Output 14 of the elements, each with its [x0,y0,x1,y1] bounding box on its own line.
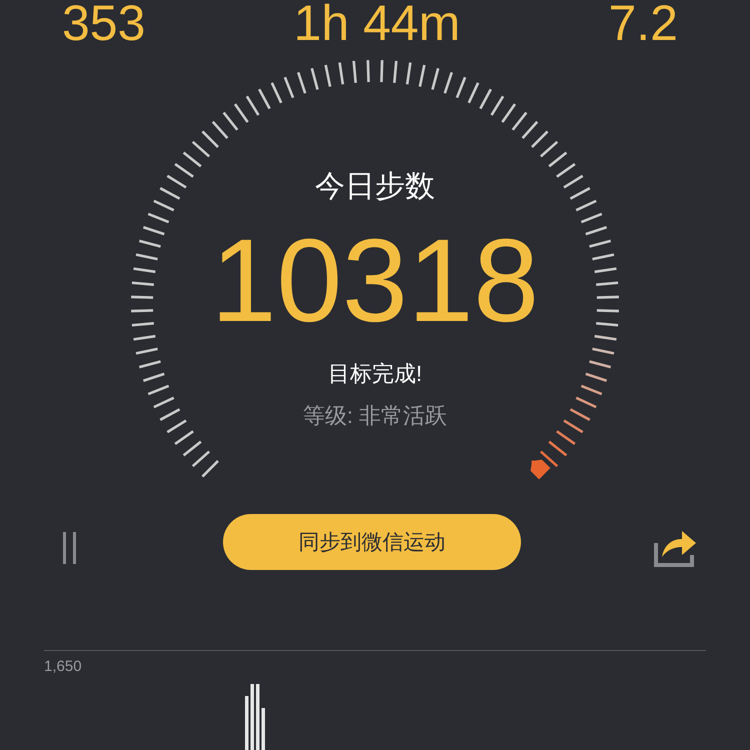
stat-value: 7.2 [608,0,678,46]
step-count: 10318 [210,221,540,341]
chart-bar [250,684,254,750]
chart-bar [245,696,248,750]
progress-marker-icon [530,460,550,480]
goal-status: 目标完成! [328,360,422,388]
stat-value: 1h 44m [294,0,460,46]
activity-level: 等级: 非常活跃 [302,402,448,430]
sync-button[interactable]: 同步到微信运动 [223,514,521,570]
chart-bar [262,708,265,750]
chart-bar [256,684,260,750]
gauge-title: 今日步数 [315,169,435,205]
stat-value: 353 [62,0,146,46]
chart-max-label: 1,650 [44,658,82,675]
